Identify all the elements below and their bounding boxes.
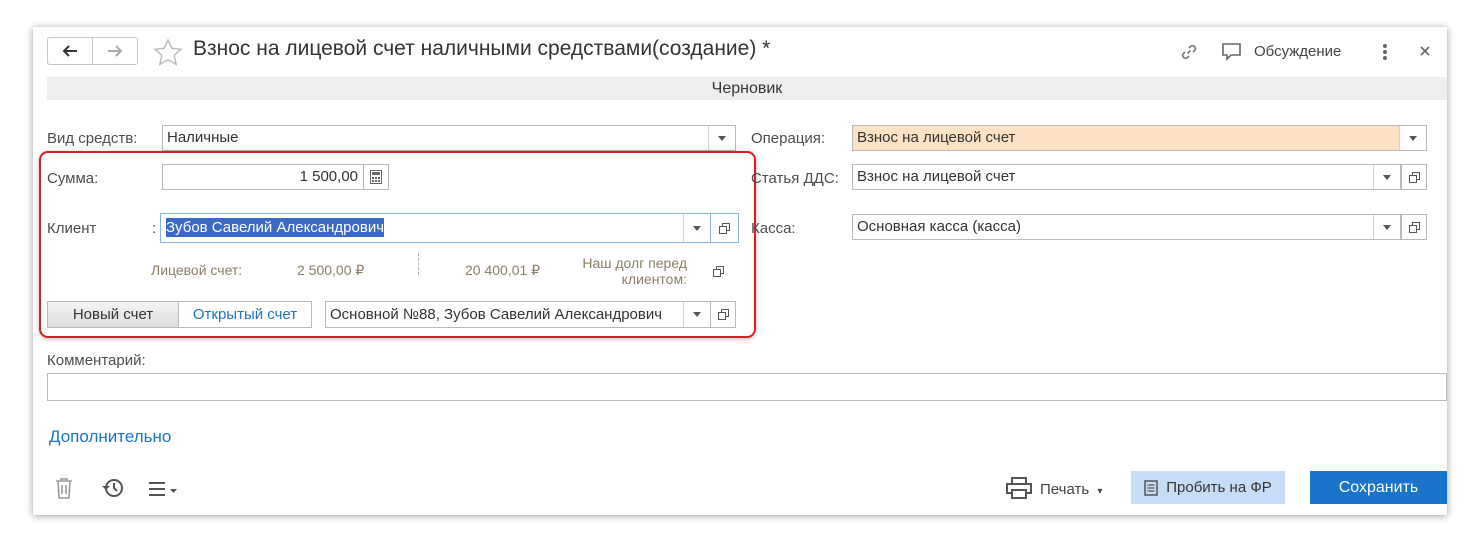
amount-value: 1 500,00 bbox=[299, 168, 358, 185]
arrow-left-icon bbox=[62, 45, 77, 57]
new-account-button[interactable]: Новый счет bbox=[47, 301, 178, 328]
chevron-down-icon[interactable] bbox=[1399, 126, 1426, 150]
trash-icon[interactable] bbox=[54, 477, 74, 504]
open-account-button[interactable]: Открытый счет bbox=[178, 301, 312, 328]
debt-label-line1: Наш долг перед bbox=[582, 255, 687, 271]
cashbox-label: Касса: bbox=[751, 220, 796, 237]
open-window-icon bbox=[717, 309, 729, 320]
chevron-down-icon[interactable] bbox=[683, 302, 710, 327]
cashbox-open-button[interactable] bbox=[1401, 214, 1427, 240]
chevron-down-icon[interactable] bbox=[1373, 215, 1400, 239]
comment-input[interactable] bbox=[47, 373, 1447, 401]
comment-label: Комментарий: bbox=[47, 352, 146, 369]
funds-type-value: Наличные bbox=[167, 129, 239, 146]
additional-link[interactable]: Дополнительно bbox=[49, 427, 171, 447]
amount-input[interactable]: 1 500,00 bbox=[162, 164, 364, 190]
debt-value: 20 400,01 ₽ bbox=[465, 262, 541, 278]
personal-account-value: 2 500,00 ₽ bbox=[297, 262, 365, 278]
account-open-button[interactable] bbox=[710, 301, 736, 328]
cashbox-select[interactable]: Основная касса (касса) bbox=[852, 214, 1401, 240]
client-input[interactable]: Зубов Савелий Александрович bbox=[160, 213, 711, 243]
client-label: Клиент bbox=[47, 220, 97, 237]
document-window: Взнос на лицевой счет наличными средства… bbox=[33, 27, 1447, 515]
link-icon[interactable] bbox=[1179, 42, 1199, 67]
receipt-icon bbox=[1144, 479, 1158, 496]
debt-label: Наш долг перед клиентом: bbox=[563, 255, 687, 287]
account-select[interactable]: Основной №88, Зубов Савелий Александрови… bbox=[325, 301, 711, 328]
more-vertical-icon[interactable] bbox=[1381, 42, 1389, 67]
operation-label: Операция: bbox=[751, 130, 826, 147]
page-title: Взнос на лицевой счет наличными средства… bbox=[193, 37, 771, 60]
open-window-icon bbox=[719, 222, 730, 234]
arrow-right-icon bbox=[108, 45, 123, 57]
close-icon[interactable] bbox=[1418, 44, 1432, 63]
calculator-button[interactable] bbox=[363, 164, 389, 190]
client-colon: : bbox=[152, 220, 157, 237]
funds-type-select[interactable]: Наличные bbox=[162, 125, 736, 151]
amount-label: Сумма: bbox=[47, 170, 99, 187]
discussion-button[interactable]: Обсуждение bbox=[1254, 43, 1341, 60]
menu-icon[interactable] bbox=[147, 481, 181, 502]
navigation-buttons bbox=[47, 37, 138, 65]
discussion-icon[interactable] bbox=[1221, 42, 1243, 67]
client-value: Зубов Савелий Александрович bbox=[166, 218, 385, 237]
debt-label-line2: клиентом: bbox=[621, 271, 687, 287]
client-open-button[interactable] bbox=[710, 213, 739, 243]
cashbox-value: Основная касса (касса) bbox=[857, 218, 1021, 235]
favorite-star-icon[interactable] bbox=[153, 38, 183, 71]
save-button[interactable]: Сохранить bbox=[1310, 471, 1447, 504]
chevron-down-icon[interactable] bbox=[708, 126, 735, 150]
chevron-down-icon[interactable] bbox=[1373, 165, 1400, 189]
dds-label: Статья ДДС: bbox=[751, 170, 839, 187]
back-button[interactable] bbox=[48, 38, 92, 64]
print-button[interactable]: Печать ▾ bbox=[1040, 481, 1102, 498]
dds-open-button[interactable] bbox=[1401, 164, 1427, 190]
fiscal-button[interactable]: Пробить на ФР bbox=[1131, 471, 1285, 504]
dds-select[interactable]: Взнос на лицевой счет bbox=[852, 164, 1401, 190]
dds-value: Взнос на лицевой счет bbox=[857, 168, 1016, 185]
operation-value: Взнос на лицевой счет bbox=[857, 129, 1016, 146]
funds-type-label: Вид средств: bbox=[47, 130, 138, 147]
printer-icon[interactable] bbox=[1006, 477, 1032, 504]
account-value: Основной №88, Зубов Савелий Александрови… bbox=[330, 306, 663, 323]
debt-open-icon[interactable] bbox=[713, 264, 724, 282]
fiscal-label: Пробить на ФР bbox=[1166, 479, 1272, 496]
balance-divider bbox=[418, 253, 419, 275]
forward-button[interactable] bbox=[92, 38, 137, 64]
open-window-icon bbox=[1408, 171, 1420, 183]
operation-select[interactable]: Взнос на лицевой счет bbox=[852, 125, 1427, 151]
print-label: Печать bbox=[1040, 481, 1090, 498]
print-dropdown-icon: ▾ bbox=[1097, 486, 1103, 497]
calculator-icon bbox=[370, 170, 382, 184]
status-bar: Черновик bbox=[47, 77, 1447, 100]
personal-account-label: Лицевой счет: bbox=[151, 262, 243, 278]
history-icon[interactable] bbox=[101, 476, 127, 505]
chevron-down-icon[interactable] bbox=[683, 214, 710, 242]
open-window-icon bbox=[1408, 221, 1420, 233]
